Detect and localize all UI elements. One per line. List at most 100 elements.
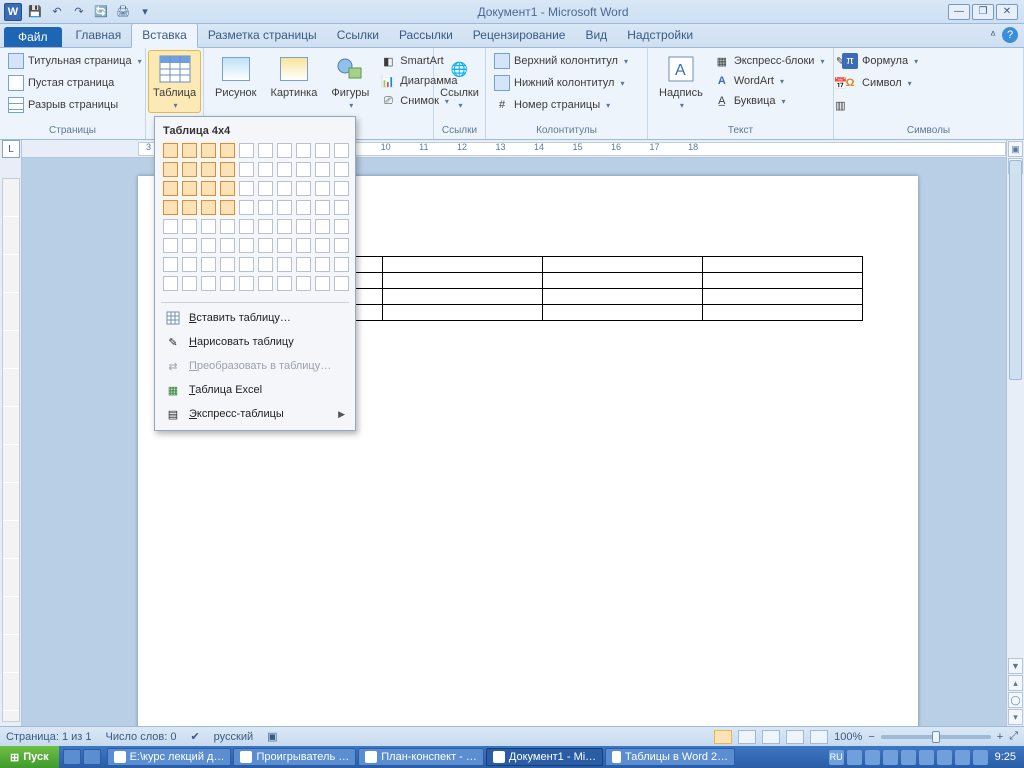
- vertical-ruler[interactable]: [2, 178, 20, 722]
- grid-cell[interactable]: [334, 238, 349, 253]
- qat-customize[interactable]: ▾: [136, 3, 154, 21]
- grid-cell[interactable]: [239, 257, 254, 272]
- browse-object[interactable]: ◯: [1008, 692, 1023, 708]
- zoom-slider[interactable]: [881, 735, 991, 739]
- grid-cell[interactable]: [220, 257, 235, 272]
- grid-cell[interactable]: [201, 181, 216, 196]
- prev-page[interactable]: ▴: [1008, 675, 1023, 691]
- ql-chrome[interactable]: [83, 749, 101, 765]
- grid-cell[interactable]: [296, 181, 311, 196]
- grid-cell[interactable]: [182, 257, 197, 272]
- table-size-grid[interactable]: [161, 143, 349, 299]
- grid-cell[interactable]: [239, 219, 254, 234]
- grid-cell[interactable]: [201, 219, 216, 234]
- dropcap-button[interactable]: A̲Буквица: [712, 92, 827, 110]
- zoom-in[interactable]: +: [997, 731, 1003, 743]
- view-print-layout[interactable]: [714, 730, 732, 744]
- grid-cell[interactable]: [201, 143, 216, 158]
- status-page[interactable]: Страница: 1 из 1: [6, 731, 92, 743]
- grid-cell[interactable]: [334, 257, 349, 272]
- grid-cell[interactable]: [296, 276, 311, 291]
- quick-tables-menuitem[interactable]: ▤Экспресс-таблицы▶: [161, 402, 349, 426]
- grid-cell[interactable]: [334, 200, 349, 215]
- grid-cell[interactable]: [220, 238, 235, 253]
- grid-cell[interactable]: [220, 200, 235, 215]
- status-proofing-icon[interactable]: ✔: [190, 730, 199, 743]
- grid-cell[interactable]: [220, 143, 235, 158]
- tray-clock[interactable]: 9:25: [991, 751, 1020, 763]
- clipart-button[interactable]: Картинка: [266, 50, 323, 102]
- grid-cell[interactable]: [315, 238, 330, 253]
- tab-home[interactable]: Главная: [66, 24, 132, 47]
- tray-icon-4[interactable]: [901, 750, 916, 765]
- view-draft[interactable]: [810, 730, 828, 744]
- tab-view[interactable]: Вид: [575, 24, 617, 47]
- equation-button[interactable]: πФормула: [840, 52, 920, 70]
- grid-cell[interactable]: [201, 200, 216, 215]
- grid-cell[interactable]: [334, 162, 349, 177]
- tray-icon-5[interactable]: [919, 750, 934, 765]
- grid-cell[interactable]: [201, 162, 216, 177]
- grid-cell[interactable]: [296, 219, 311, 234]
- grid-cell[interactable]: [239, 143, 254, 158]
- zoom-out[interactable]: −: [868, 731, 874, 743]
- tab-review[interactable]: Рецензирование: [463, 24, 576, 47]
- grid-cell[interactable]: [163, 219, 178, 234]
- grid-cell[interactable]: [163, 181, 178, 196]
- grid-cell[interactable]: [182, 162, 197, 177]
- qat-redo[interactable]: ↷: [70, 3, 88, 21]
- grid-cell[interactable]: [296, 238, 311, 253]
- grid-cell[interactable]: [220, 162, 235, 177]
- file-tab[interactable]: Файл: [4, 27, 62, 47]
- qat-sync[interactable]: 🔄: [92, 3, 110, 21]
- tray-icon-8[interactable]: [973, 750, 988, 765]
- grid-cell[interactable]: [315, 257, 330, 272]
- grid-cell[interactable]: [277, 143, 292, 158]
- scroll-down[interactable]: ▼: [1008, 658, 1023, 674]
- vertical-scrollbar[interactable]: ▣ ▲ ▼ ▴ ◯ ▾: [1006, 140, 1024, 726]
- taskbar-item[interactable]: Проигрыватель …: [233, 748, 356, 766]
- grid-cell[interactable]: [258, 200, 273, 215]
- blank-page-button[interactable]: Пустая страница: [6, 74, 144, 92]
- grid-cell[interactable]: [163, 143, 178, 158]
- status-insert-mode-icon[interactable]: ▣: [267, 730, 277, 743]
- grid-cell[interactable]: [258, 219, 273, 234]
- grid-cell[interactable]: [163, 200, 178, 215]
- taskbar-item[interactable]: E:\курс лекций д…: [107, 748, 232, 766]
- qat-undo[interactable]: ↶: [48, 3, 66, 21]
- grid-cell[interactable]: [163, 276, 178, 291]
- grid-cell[interactable]: [296, 257, 311, 272]
- grid-cell[interactable]: [258, 181, 273, 196]
- taskbar-item[interactable]: Документ1 - Mi…: [486, 748, 603, 766]
- grid-cell[interactable]: [182, 200, 197, 215]
- tab-references[interactable]: Ссылки: [327, 24, 389, 47]
- tray-lang[interactable]: RU: [829, 750, 844, 765]
- wordart-button[interactable]: AWordArt: [712, 72, 827, 90]
- tray-icon-7[interactable]: [955, 750, 970, 765]
- status-words[interactable]: Число слов: 0: [106, 731, 177, 743]
- grid-cell[interactable]: [296, 143, 311, 158]
- grid-cell[interactable]: [277, 219, 292, 234]
- close-button[interactable]: ✕: [996, 4, 1018, 20]
- view-web-layout[interactable]: [762, 730, 780, 744]
- taskbar-item[interactable]: Таблицы в Word 2…: [605, 748, 735, 766]
- grid-cell[interactable]: [258, 238, 273, 253]
- grid-cell[interactable]: [315, 276, 330, 291]
- insert-table-menuitem[interactable]: Вставить таблицу…: [161, 306, 349, 330]
- page-break-button[interactable]: Разрыв страницы: [6, 96, 144, 114]
- taskbar-item[interactable]: План-конспект - …: [358, 748, 484, 766]
- ql-desktop[interactable]: [63, 749, 81, 765]
- zoom-level[interactable]: 100%: [834, 731, 862, 743]
- tab-addins[interactable]: Надстройки: [617, 24, 703, 47]
- grid-cell[interactable]: [163, 238, 178, 253]
- grid-cell[interactable]: [315, 200, 330, 215]
- grid-cell[interactable]: [182, 143, 197, 158]
- tab-page-layout[interactable]: Разметка страницы: [198, 24, 327, 47]
- view-full-screen[interactable]: [738, 730, 756, 744]
- grid-cell[interactable]: [277, 276, 292, 291]
- grid-cell[interactable]: [182, 276, 197, 291]
- grid-cell[interactable]: [258, 162, 273, 177]
- grid-cell[interactable]: [201, 257, 216, 272]
- links-button[interactable]: 🌐Ссылки: [435, 50, 484, 113]
- grid-cell[interactable]: [201, 276, 216, 291]
